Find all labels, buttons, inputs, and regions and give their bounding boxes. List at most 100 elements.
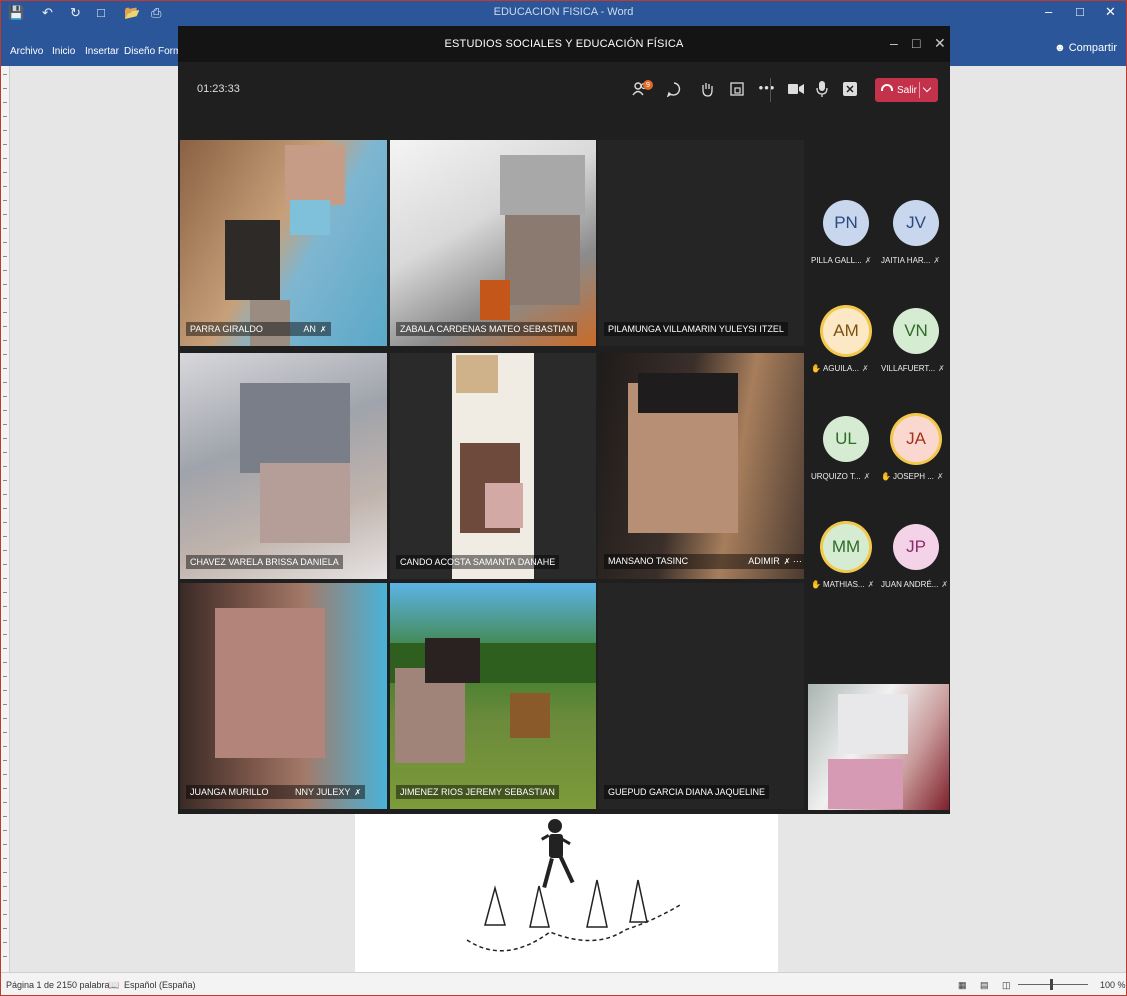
meeting-minimize-icon[interactable]: – xyxy=(890,35,898,51)
roster-participant[interactable]: PN PILLA GALL... ✗ xyxy=(811,200,877,290)
video-tile[interactable]: PARRA GIRALDO AN ✗ xyxy=(180,140,387,346)
raise-hand-icon[interactable] xyxy=(694,76,720,102)
roster-name-text: VILLAFUERT... xyxy=(881,364,936,373)
roster-participant[interactable]: JA ✋ Joseph ... ✗ xyxy=(881,416,947,506)
mic-off-icon: ✗ xyxy=(938,364,945,373)
more-options-icon[interactable]: ••• xyxy=(754,74,780,100)
blur-block xyxy=(425,638,480,683)
video-tile[interactable]: GUEPUD GARCIA DIANA JAQUELINE xyxy=(598,583,804,809)
participants-badge: 9 xyxy=(643,80,653,90)
tab-insertar[interactable]: Insertar xyxy=(85,46,119,57)
ruler-tick xyxy=(3,760,7,761)
roster-name-text: JAITIA HAR... xyxy=(881,256,931,265)
mic-off-icon: ✗ xyxy=(861,364,869,373)
ruler-tick xyxy=(3,200,7,201)
zoom-level[interactable]: 100 % xyxy=(1100,980,1126,990)
avatar: MM xyxy=(823,524,869,570)
camera-icon[interactable] xyxy=(783,76,809,102)
language-indicator[interactable]: Español (España) xyxy=(124,980,196,990)
roster-name-text: AGUILA... xyxy=(822,364,859,373)
meeting-close-icon[interactable]: ✕ xyxy=(934,35,946,52)
share-content-icon[interactable] xyxy=(837,76,863,102)
ruler-tick xyxy=(3,116,7,117)
microphone-icon[interactable] xyxy=(809,76,835,102)
participant-name: PILAMUNGA VILLAMARIN YULEYSI ITZEL xyxy=(604,322,788,336)
roster-participant[interactable]: UL URQUIZO T... ✗ xyxy=(811,416,877,506)
tab-archivo[interactable]: Archivo xyxy=(10,46,43,57)
ruler-tick xyxy=(3,270,7,271)
word-close-icon[interactable]: ✕ xyxy=(1105,4,1116,20)
avatar: AM xyxy=(823,308,869,354)
video-tile[interactable]: JIMENEZ RIOS JEREMY SEBASTIAN xyxy=(390,583,596,809)
web-layout-icon[interactable]: ◫ xyxy=(1002,980,1011,991)
ruler-tick xyxy=(3,816,7,817)
proofing-icon[interactable]: 📖 xyxy=(108,980,119,991)
word-restore-icon[interactable]: □ xyxy=(1076,4,1084,19)
document-page[interactable] xyxy=(355,810,778,972)
roster-name-text: URQUIZO T... xyxy=(811,472,861,481)
zoom-slider[interactable] xyxy=(1018,984,1088,985)
tab-diseno[interactable]: Diseño xyxy=(124,46,155,57)
print-layout-icon[interactable]: ▤ xyxy=(980,980,989,991)
roster-name: Juan André... ✗ xyxy=(881,580,951,589)
video-tile[interactable]: JUANGA MURILLO NNY JULEXY ✗ xyxy=(180,583,387,809)
ruler-tick xyxy=(3,942,7,943)
chevron-down-icon[interactable] xyxy=(922,83,932,93)
roster-name: URQUIZO T... ✗ xyxy=(811,472,881,481)
roster-participant[interactable]: MM ✋ Mathias... ✗ xyxy=(811,524,877,614)
roster-participant[interactable]: JV JAITIA HAR... ✗ xyxy=(881,200,947,290)
roster-participant[interactable]: VN VILLAFUERT... ✗ xyxy=(881,308,947,398)
rooms-icon[interactable] xyxy=(724,76,750,102)
meeting-toolbar: 01:23:33 9 ••• Salir xyxy=(178,62,950,118)
participant-name-part: PARRA GIRALDO xyxy=(190,324,263,334)
share-button[interactable]: ☻ Compartir xyxy=(1054,42,1117,54)
video-tile[interactable]: CHAVEZ VARELA BRISSA DANIELA xyxy=(180,353,387,579)
ruler-tick xyxy=(3,466,7,467)
ruler-tick xyxy=(3,550,7,551)
blur-block xyxy=(638,373,738,413)
ruler-tick xyxy=(3,914,7,915)
participant-name: CANDO ACOSTA SAMANTA DANAHE xyxy=(396,555,560,569)
chat-icon[interactable] xyxy=(661,76,687,102)
leave-button[interactable]: Salir xyxy=(875,78,938,102)
page-count[interactable]: Página 1 de 2 xyxy=(6,980,62,990)
ruler-tick xyxy=(3,256,7,257)
ruler-tick xyxy=(3,732,7,733)
ruler-tick xyxy=(3,172,7,173)
blur-block xyxy=(828,759,903,809)
roster-name: ✋ Mathias... ✗ xyxy=(811,580,881,589)
ruler-tick xyxy=(3,298,7,299)
meeting-maximize-icon[interactable]: □ xyxy=(912,35,920,51)
ruler-tick xyxy=(3,242,7,243)
video-tile[interactable]: CANDO ACOSTA SAMANTA DANAHE xyxy=(390,353,596,579)
blur-block xyxy=(485,483,523,528)
video-tile[interactable]: ZABALA CARDENAS MATEO SEBASTIAN xyxy=(390,140,596,346)
ruler-tick xyxy=(3,872,7,873)
self-view[interactable] xyxy=(808,684,949,810)
participant-name: MANSANO TASINC ADIMIR ✗ ⋯ xyxy=(604,554,804,569)
participants-icon[interactable]: 9 xyxy=(628,76,654,102)
ruler-tick xyxy=(3,74,7,75)
word-window-title: EDUCACION FISICA - Word xyxy=(493,6,634,18)
roster-name-text: Mathias... xyxy=(822,580,865,589)
ruler-tick xyxy=(3,620,7,621)
video-tile[interactable]: MANSANO TASINC ADIMIR ✗ ⋯ xyxy=(598,353,804,579)
roster-participant[interactable]: AM ✋ AGUILA... ✗ xyxy=(811,308,877,398)
ruler-tick xyxy=(3,900,7,901)
ruler-tick xyxy=(3,606,7,607)
word-minimize-icon[interactable]: – xyxy=(1045,4,1052,19)
roster-participant[interactable]: JP Juan André... ✗ xyxy=(881,524,948,614)
participant-name-part: AN xyxy=(303,324,316,334)
ruler-tick xyxy=(3,928,7,929)
zoom-slider-handle[interactable] xyxy=(1050,979,1053,990)
video-tile[interactable]: PILAMUNGA VILLAMARIN YULEYSI ITZEL xyxy=(598,140,804,346)
more-icon[interactable]: ⋯ xyxy=(793,556,802,566)
read-mode-icon[interactable]: ▦ xyxy=(958,980,967,991)
participant-name: JIMENEZ RIOS JEREMY SEBASTIAN xyxy=(396,785,559,799)
roster-name-text: PILLA GALL... xyxy=(811,256,862,265)
ruler-tick xyxy=(3,410,7,411)
runner-cones-illustration xyxy=(466,819,681,952)
word-count[interactable]: 150 palabras xyxy=(62,980,114,990)
tab-inicio[interactable]: Inicio xyxy=(52,46,75,57)
ruler-tick xyxy=(3,368,7,369)
